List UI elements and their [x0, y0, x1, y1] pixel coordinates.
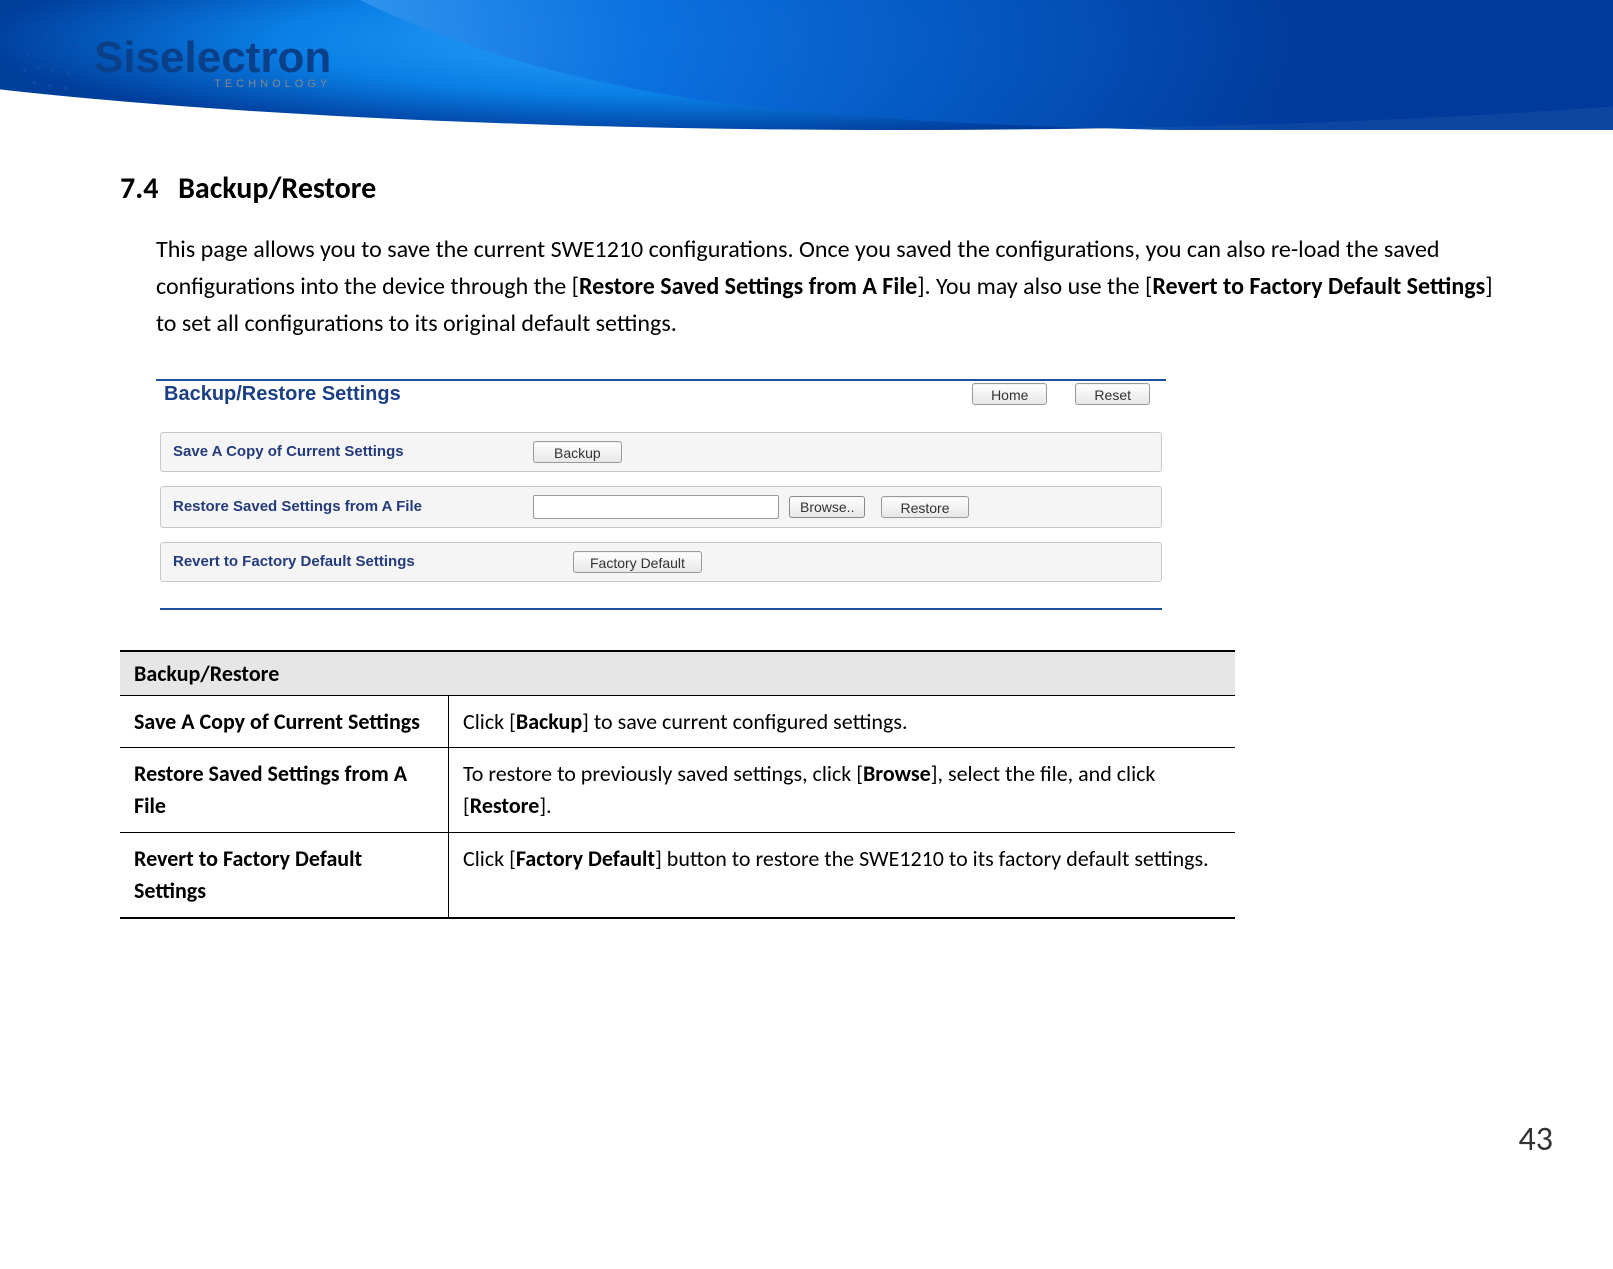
table-row-desc: To restore to previously saved settings,… — [449, 748, 1236, 833]
desc-text: Click [ — [463, 845, 516, 872]
desc-bold: Restore — [470, 792, 540, 819]
panel-title: Backup/Restore Settings — [164, 383, 401, 406]
factory-default-label: Revert to Factory Default Settings — [173, 553, 533, 570]
desc-text: Click [ — [463, 708, 516, 735]
page-header-banner: Siselectron TECHNOLOGY — [0, 0, 1613, 130]
desc-text: ] to save current configured settings. — [582, 708, 907, 735]
backup-button[interactable]: Backup — [533, 441, 622, 463]
section-number: 7.4 — [120, 170, 158, 207]
section-heading: 7.4 Backup/Restore — [120, 170, 1493, 207]
intro-text-part2: ]. You may also use the [ — [917, 272, 1152, 301]
table-row-label: Restore Saved Settings from A File — [120, 748, 449, 833]
desc-text: To restore to previously saved settings,… — [463, 760, 863, 787]
intro-bold-revert: Revert to Factory Default Settings — [1152, 272, 1485, 301]
restore-file-input[interactable] — [533, 495, 779, 519]
table-row-desc: Click [Factory Default] button to restor… — [449, 833, 1236, 918]
page-number: 43 — [0, 959, 1613, 1190]
restore-button[interactable]: Restore — [881, 496, 968, 518]
desc-bold: Factory Default — [516, 845, 655, 872]
table-row-label: Save A Copy of Current Settings — [120, 695, 449, 748]
desc-bold: Backup — [516, 708, 582, 735]
factory-default-row: Revert to Factory Default Settings Facto… — [160, 542, 1162, 582]
brand-name: Siselectron — [94, 33, 331, 82]
panel-footer-rule — [160, 608, 1162, 610]
save-copy-row: Save A Copy of Current Settings Backup — [160, 432, 1162, 472]
factory-default-button[interactable]: Factory Default — [573, 551, 702, 573]
table-row: Restore Saved Settings from A File To re… — [120, 748, 1235, 833]
table-header-cell: Backup/Restore — [120, 651, 1235, 696]
intro-bold-restore: Restore Saved Settings from A File — [579, 272, 917, 301]
backup-restore-panel: Backup/Restore Settings Home Reset Save … — [156, 379, 1166, 610]
restore-file-label: Restore Saved Settings from A File — [173, 498, 533, 515]
home-button[interactable]: Home — [972, 383, 1047, 405]
brand-wordmark: Siselectron TECHNOLOGY — [94, 38, 331, 89]
backup-restore-description-table: Backup/Restore Save A Copy of Current Se… — [120, 650, 1235, 919]
desc-text: ] button to restore the SWE1210 to its f… — [655, 845, 1209, 872]
section-title: Backup/Restore — [178, 170, 376, 207]
logo-dots-icon — [22, 33, 84, 95]
section-intro-paragraph: This page allows you to save the current… — [156, 231, 1493, 343]
table-row: Save A Copy of Current Settings Click [B… — [120, 695, 1235, 748]
brand-logo: Siselectron TECHNOLOGY — [22, 14, 362, 114]
panel-header: Backup/Restore Settings Home Reset — [156, 381, 1166, 418]
table-row-label: Revert to Factory Default Settings — [120, 833, 449, 918]
table-row: Revert to Factory Default Settings Click… — [120, 833, 1235, 918]
reset-button[interactable]: Reset — [1075, 383, 1150, 405]
browse-button[interactable]: Browse.. — [789, 496, 865, 518]
desc-text: ]. — [539, 792, 551, 819]
desc-bold: Browse — [863, 760, 931, 787]
table-row-desc: Click [Backup] to save current configure… — [449, 695, 1236, 748]
restore-file-row: Restore Saved Settings from A File Brows… — [160, 486, 1162, 528]
save-copy-label: Save A Copy of Current Settings — [173, 443, 533, 460]
panel-header-buttons: Home Reset — [972, 383, 1150, 405]
